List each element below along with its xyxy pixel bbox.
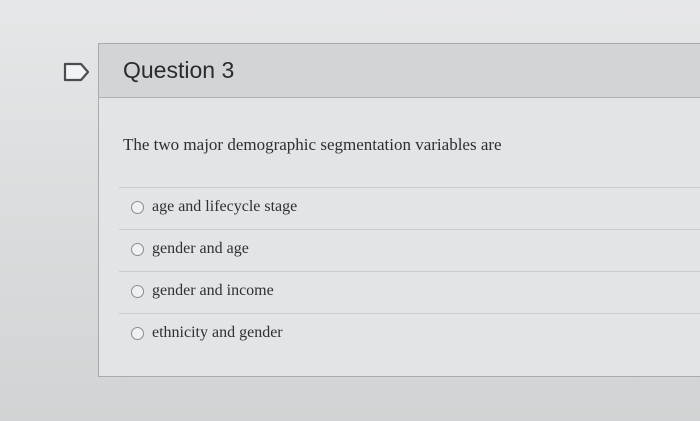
radio-button-icon[interactable] xyxy=(131,327,144,340)
radio-button-icon[interactable] xyxy=(131,285,144,298)
answer-option-1[interactable]: age and lifecycle stage xyxy=(119,187,700,229)
question-card: Question 3 The two major demographic seg… xyxy=(98,43,700,377)
answer-option-4[interactable]: ethnicity and gender xyxy=(119,313,700,355)
radio-button-icon[interactable] xyxy=(131,243,144,256)
answer-label: gender and age xyxy=(152,240,249,257)
answer-option-3[interactable]: gender and income xyxy=(119,271,700,313)
question-title: Question 3 xyxy=(123,57,235,83)
question-text: The two major demographic segmentation v… xyxy=(123,135,502,154)
answer-options: age and lifecycle stage gender and age g… xyxy=(119,187,700,355)
answer-label: gender and income xyxy=(152,282,274,299)
flag-question-icon[interactable] xyxy=(62,61,92,83)
answer-label: ethnicity and gender xyxy=(152,324,283,341)
radio-button-icon[interactable] xyxy=(131,201,144,214)
question-header: Question 3 xyxy=(99,44,700,98)
answer-option-2[interactable]: gender and age xyxy=(119,229,700,271)
answer-label: age and lifecycle stage xyxy=(152,198,298,215)
